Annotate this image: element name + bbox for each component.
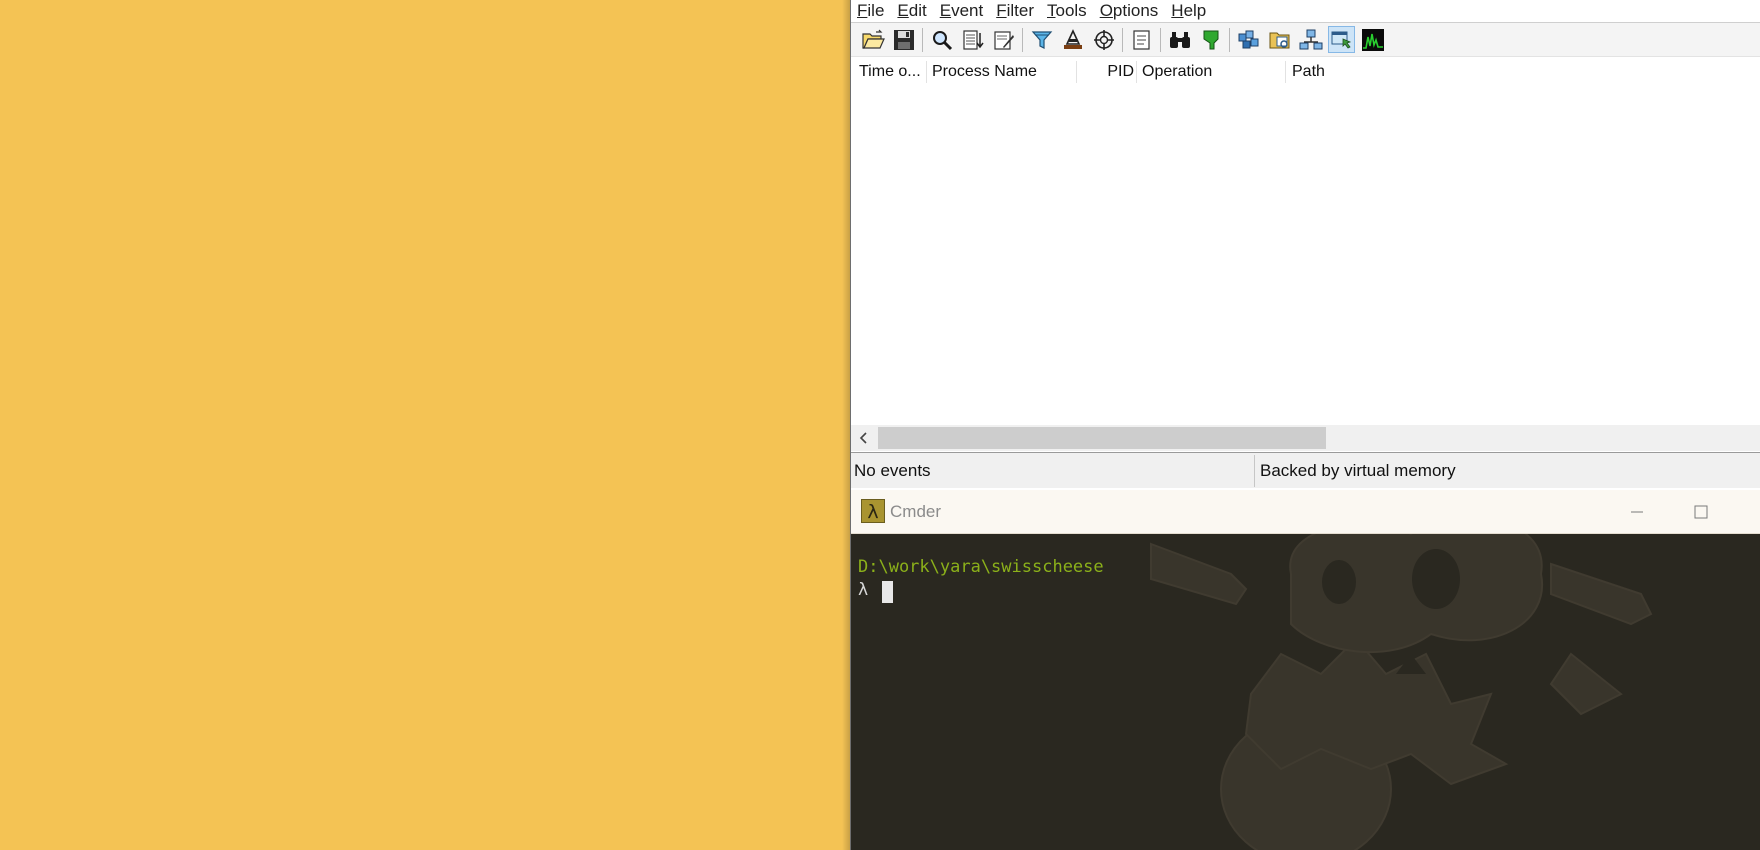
column-header-pid[interactable]: PID: [1084, 58, 1134, 86]
show-file-button[interactable]: [1266, 26, 1293, 53]
cmder-lambda-icon: λ: [861, 499, 885, 523]
process-activity-icon: [1331, 31, 1351, 49]
minimize-button[interactable]: [1614, 490, 1660, 533]
show-registry-button[interactable]: [1235, 26, 1262, 53]
toolbar: [851, 23, 1760, 57]
toolbar-separator: [1122, 27, 1123, 52]
status-events: No events: [854, 461, 931, 480]
cmder-window: λ Cmder D:\work\yara\swisscheese λ: [850, 490, 1760, 850]
registry-activity-icon: [1238, 30, 1258, 48]
cmder-title-bar[interactable]: λ Cmder: [851, 490, 1760, 534]
jump-icon: [1203, 30, 1218, 49]
menu-file[interactable]: File: [851, 1, 891, 21]
filter-icon: [1031, 30, 1052, 49]
jump-button[interactable]: [1197, 26, 1224, 53]
column-header-row: Time o... Process Name PID Operation Pat…: [851, 58, 1760, 86]
clear-button[interactable]: [990, 26, 1017, 53]
process-tree-button[interactable]: [1128, 26, 1155, 53]
terminal-prompt: λ: [858, 580, 869, 600]
autoscroll-icon: [962, 29, 984, 50]
show-process-button[interactable]: [1328, 26, 1355, 53]
toolbar-separator: [1160, 27, 1161, 52]
toolbar-separator: [922, 27, 923, 52]
scroll-left-arrow-icon[interactable]: [851, 425, 877, 451]
window-shadow: [842, 0, 850, 850]
highlight-icon: [1063, 28, 1082, 49]
column-header-path[interactable]: Path: [1292, 58, 1412, 86]
toolbar-separator: [1229, 27, 1230, 52]
save-button[interactable]: [890, 26, 917, 53]
menu-edit[interactable]: Edit: [891, 1, 933, 21]
column-header-time[interactable]: Time o...: [859, 58, 923, 86]
maximize-icon: [1694, 505, 1708, 518]
autoscroll-button[interactable]: [959, 26, 986, 53]
target-icon: [1093, 29, 1114, 50]
maximize-button[interactable]: [1678, 490, 1724, 533]
menu-event[interactable]: Event: [934, 1, 990, 21]
toolbar-separator: [1022, 27, 1023, 52]
terminal-cursor: [882, 581, 893, 603]
find-button[interactable]: [1166, 26, 1193, 53]
terminal-area[interactable]: D:\work\yara\swisscheese λ: [851, 534, 1760, 850]
menu-options[interactable]: Options: [1094, 1, 1166, 21]
status-bar: No events Backed by virtual memory: [851, 452, 1760, 488]
menu-help[interactable]: Help: [1165, 1, 1213, 21]
show-network-button[interactable]: [1297, 26, 1324, 53]
column-divider[interactable]: [1285, 61, 1286, 83]
horizontal-scrollbar[interactable]: [851, 425, 1760, 451]
minimize-icon: [1631, 511, 1643, 512]
network-activity-icon: [1299, 29, 1322, 49]
clear-icon: [993, 30, 1014, 50]
status-memory: Backed by virtual memory: [1260, 461, 1456, 480]
column-header-process-name[interactable]: Process Name: [932, 58, 1052, 86]
column-divider[interactable]: [1076, 61, 1077, 83]
column-divider[interactable]: [1136, 61, 1137, 83]
capture-button[interactable]: [928, 26, 955, 53]
file-activity-icon: [1269, 32, 1289, 48]
desktop-background: [0, 0, 850, 850]
magnify-icon: [932, 30, 952, 50]
column-header-operation[interactable]: Operation: [1142, 58, 1262, 86]
menu-filter[interactable]: Filter: [990, 1, 1041, 21]
profiling-activity-icon: [1361, 28, 1384, 51]
save-icon: [893, 29, 914, 50]
tree-icon: [1132, 29, 1150, 50]
column-divider[interactable]: [926, 61, 927, 83]
cubone-skull-watermark-icon: [1150, 534, 1653, 850]
show-profiling-button[interactable]: [1359, 26, 1386, 53]
find-icon: [1169, 31, 1190, 48]
menu-bar: File Edit Event Filter Tools Options Hel…: [851, 0, 1760, 23]
status-divider: [1254, 455, 1255, 487]
menu-tools[interactable]: Tools: [1041, 1, 1094, 21]
terminal-current-directory: D:\work\yara\swisscheese: [858, 557, 1104, 577]
process-monitor-window: File Edit Event Filter Tools Options Hel…: [850, 0, 1760, 490]
scrollbar-thumb[interactable]: [878, 427, 1326, 449]
open-button[interactable]: [859, 26, 886, 53]
cmder-title: Cmder: [890, 502, 942, 521]
highlight-button[interactable]: [1059, 26, 1086, 53]
filter-button[interactable]: [1028, 26, 1055, 53]
target-button[interactable]: [1090, 26, 1117, 53]
open-icon: [861, 29, 885, 49]
event-list[interactable]: [851, 86, 1760, 425]
